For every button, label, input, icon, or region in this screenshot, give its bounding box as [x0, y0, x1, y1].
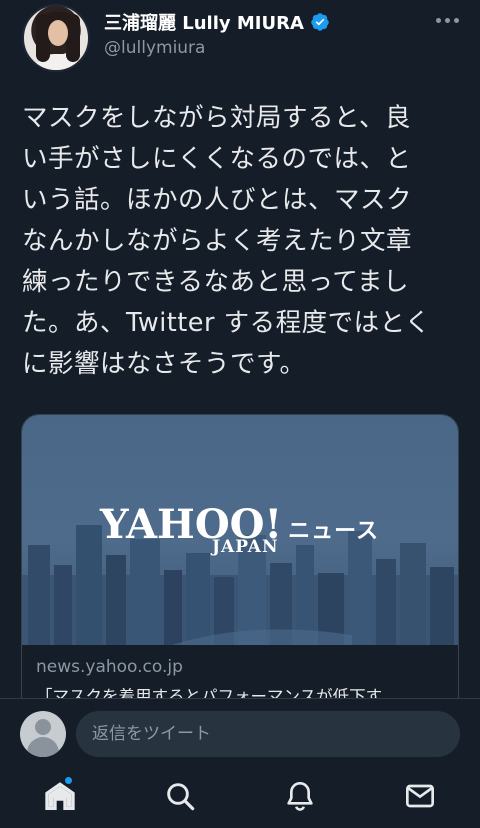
author-avatar[interactable] [22, 4, 90, 72]
author-name-row[interactable]: 三浦瑠麗 Lully MIURA [104, 9, 330, 35]
link-card-image: YAHOO! ニュース JAPAN [22, 415, 458, 645]
yahoo-news-logo: YAHOO! ニュース JAPAN [100, 501, 379, 557]
logo-subtext: JAPAN [212, 537, 279, 557]
author-handle[interactable]: @lullymiura [104, 38, 205, 58]
search-icon[interactable] [164, 780, 196, 812]
more-horizontal-icon[interactable] [436, 10, 462, 30]
verified-badge-icon [311, 13, 329, 31]
link-card[interactable]: YAHOO! ニュース JAPAN news.yahoo.co.jp 「マスクを着… [21, 414, 459, 714]
tweet-text: マスクをしながら対局すると、良 い手がさしにくくなるのでは、と いう話。ほかの人… [22, 103, 431, 379]
reply-bar [0, 698, 480, 766]
notification-dot [64, 776, 73, 785]
messages-icon[interactable] [404, 780, 436, 812]
notifications-icon[interactable] [284, 780, 316, 812]
logo-news-text: ニュース [288, 519, 379, 544]
bottom-tab-bar [0, 766, 480, 828]
user-avatar[interactable] [20, 711, 66, 757]
link-card-domain: news.yahoo.co.jp [36, 657, 183, 677]
tweet-header: 三浦瑠麗 Lully MIURA @lullymiura [0, 0, 480, 80]
home-icon[interactable] [44, 780, 76, 812]
author-display-name[interactable]: 三浦瑠麗 Lully MIURA [104, 9, 304, 35]
reply-input[interactable] [76, 711, 460, 757]
